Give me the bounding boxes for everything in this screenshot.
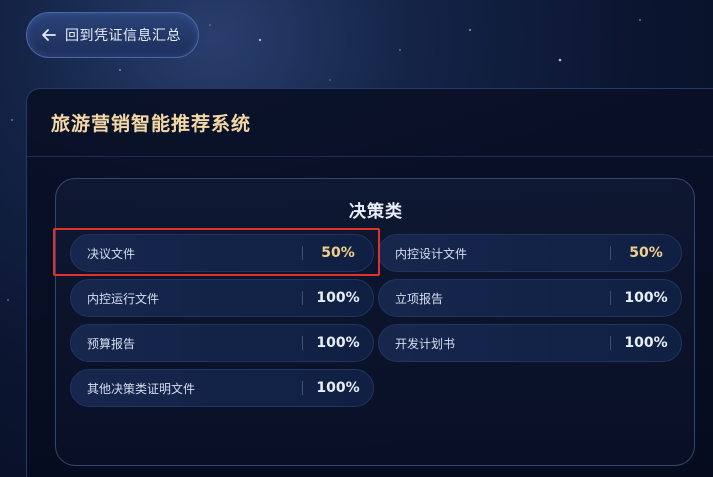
item-percent: 100% bbox=[316, 290, 360, 306]
back-button-label: 回到凭证信息汇总 bbox=[65, 28, 181, 44]
item-row-budget-report[interactable]: 预算报告 100% bbox=[70, 324, 374, 362]
arrow-left-icon bbox=[41, 27, 57, 43]
panel-header: 旅游营销智能推荐系统 bbox=[27, 89, 713, 157]
item-name: 内控运行文件 bbox=[87, 291, 160, 306]
item-percent: 100% bbox=[316, 380, 360, 396]
item-name: 立项报告 bbox=[395, 291, 444, 306]
item-row-internal-control-operation-file[interactable]: 内控运行文件 100% bbox=[70, 279, 374, 317]
item-percent: 100% bbox=[316, 335, 360, 351]
section-title: 决策类 bbox=[349, 202, 403, 222]
item-row-development-plan[interactable]: 开发计划书 100% bbox=[378, 324, 682, 362]
back-button[interactable]: 回到凭证信息汇总 bbox=[26, 12, 199, 58]
item-name: 预算报告 bbox=[87, 336, 136, 351]
item-row-internal-control-design-file[interactable]: 内控设计文件 50% bbox=[378, 234, 682, 272]
highlight-box bbox=[53, 228, 380, 276]
item-row-project-report[interactable]: 立项报告 100% bbox=[378, 279, 682, 317]
item-percent: 100% bbox=[624, 290, 668, 306]
item-row-other-decision-proof[interactable]: 其他决策类证明文件 100% bbox=[70, 369, 374, 407]
item-name: 内控设计文件 bbox=[395, 246, 468, 261]
item-name: 其他决策类证明文件 bbox=[87, 381, 196, 396]
item-percent: 100% bbox=[624, 335, 668, 351]
item-name: 开发计划书 bbox=[395, 336, 456, 351]
page-title: 旅游营销智能推荐系统 bbox=[51, 113, 252, 135]
decision-section-card: 决策类 bbox=[55, 178, 695, 466]
item-percent: 50% bbox=[629, 245, 663, 261]
